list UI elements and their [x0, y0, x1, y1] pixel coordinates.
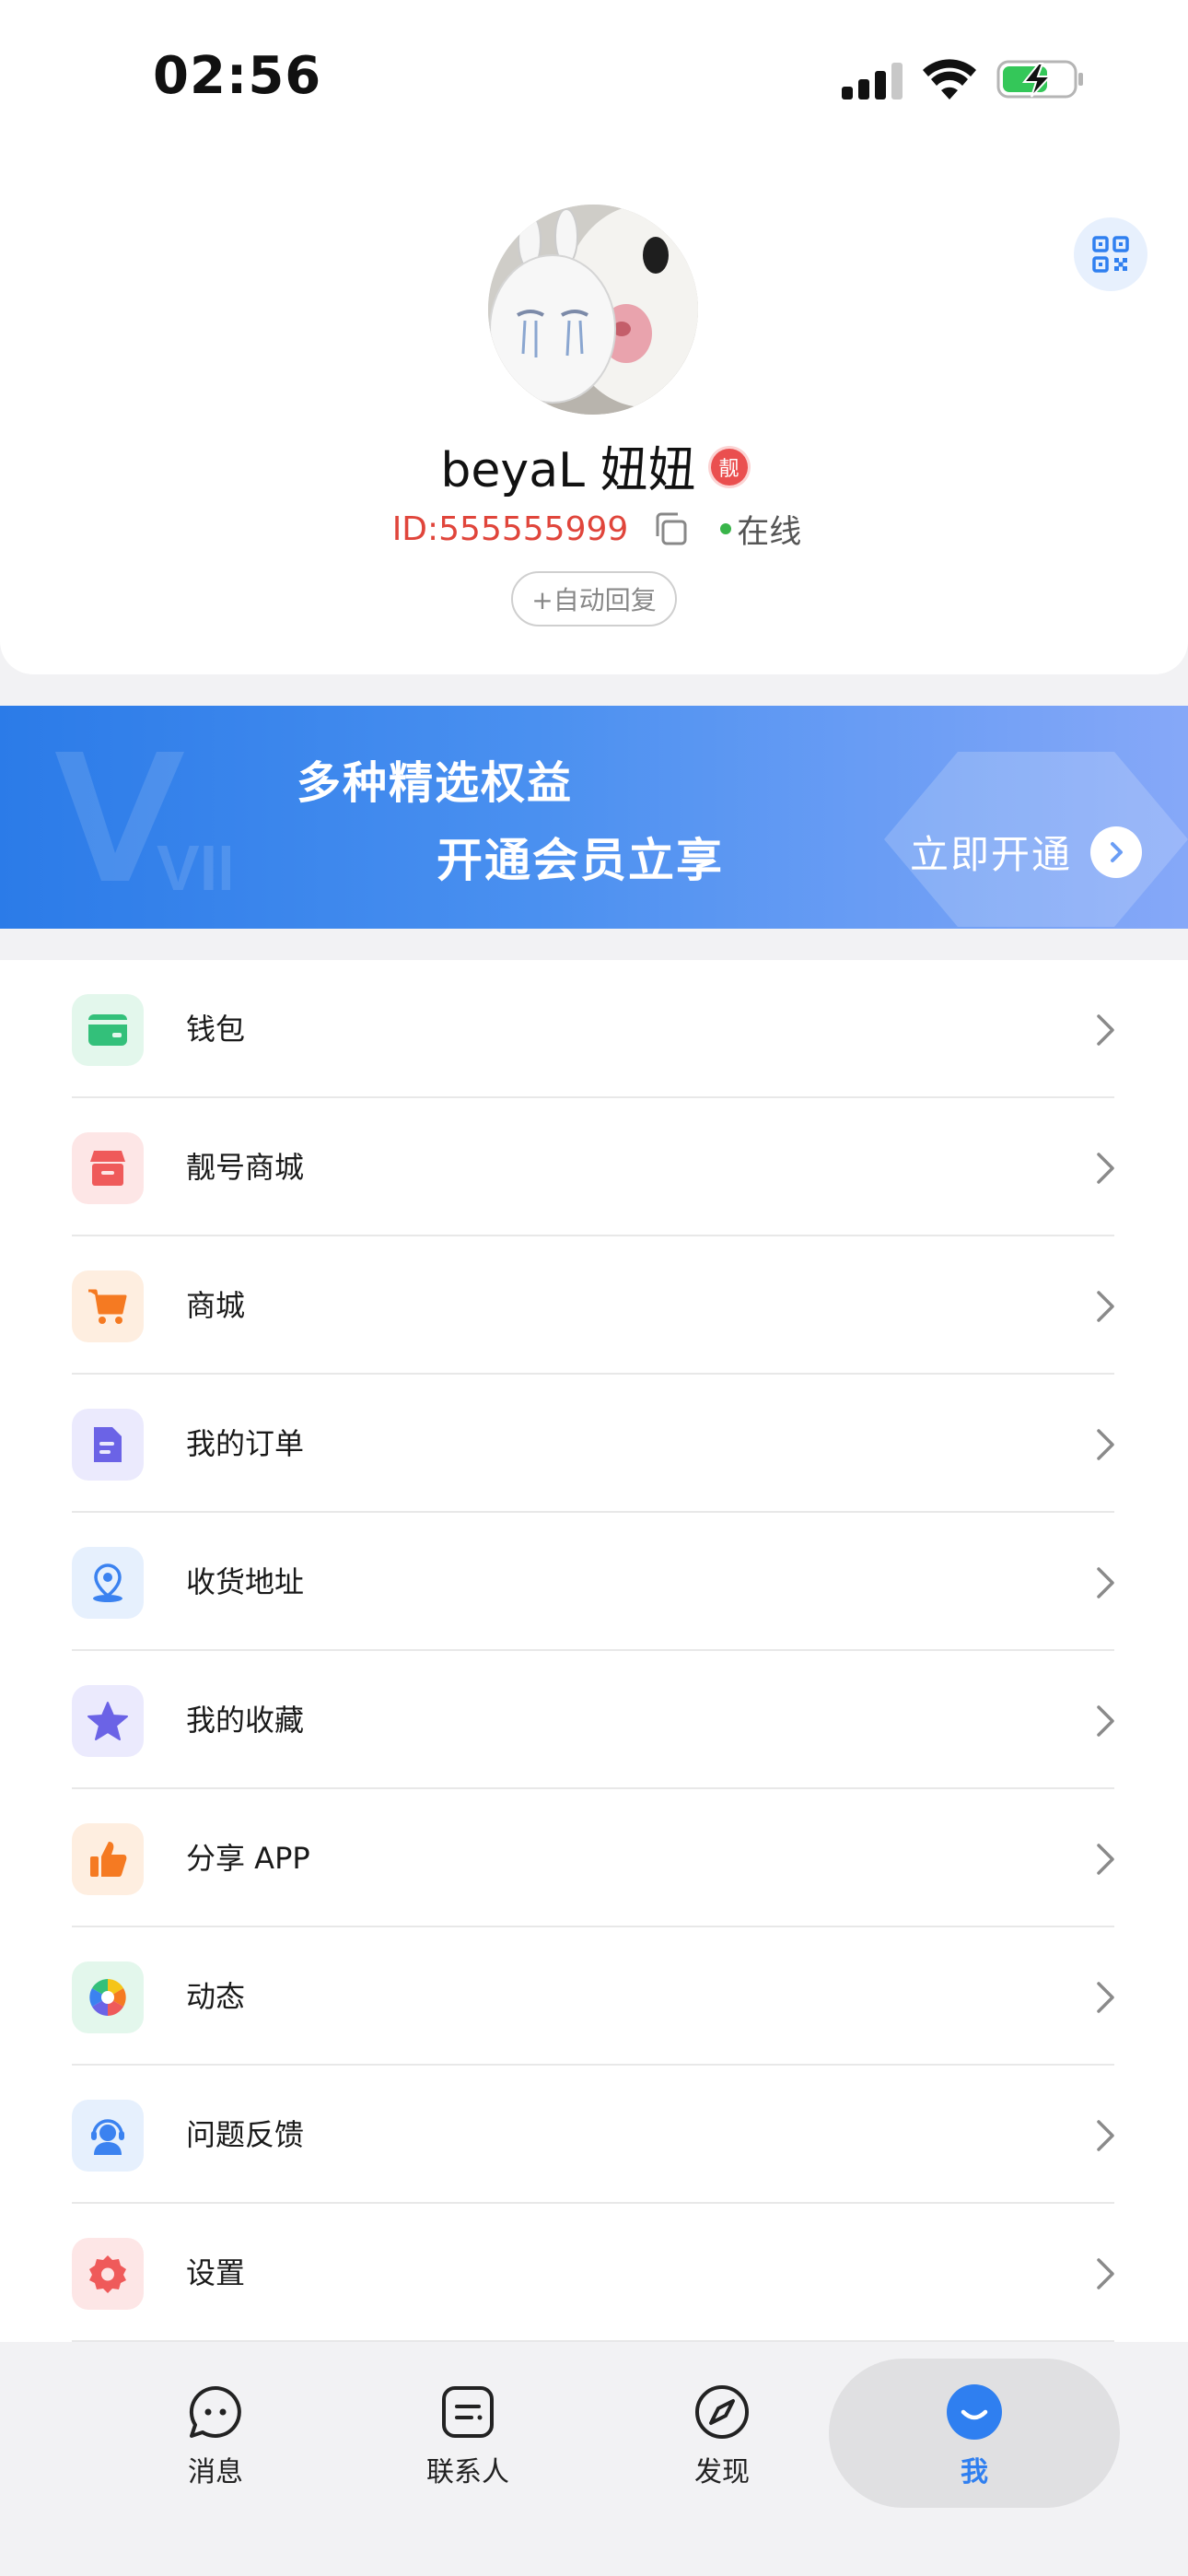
banner-title-line2: 开通会员立享 — [437, 834, 724, 887]
menu-item-my-orders[interactable]: 我的订单 — [0, 1375, 1188, 1513]
battery-charging-icon — [996, 60, 1083, 99]
banner-title-line1: 多种精选权益 — [297, 757, 574, 809]
menu-list: 钱包 靓号商城 商城 我的订单 收货地址 我的收藏 分享 APP 动态 问题反馈… — [0, 960, 1188, 2342]
menu-item-favorites[interactable]: 我的收藏 — [0, 1651, 1188, 1789]
chevron-right-icon — [1097, 1705, 1114, 1737]
pretty-number-badge: 靓 — [710, 449, 748, 486]
chevron-right-icon — [1097, 1014, 1114, 1046]
vip-watermark: VIP — [55, 752, 230, 899]
online-status: 在线 — [737, 513, 802, 551]
customer-service-icon — [72, 2100, 144, 2172]
open-vip-button[interactable]: 立即开通 — [910, 824, 1143, 880]
menu-item-wallet[interactable]: 钱包 — [0, 960, 1188, 1098]
menu-item-pretty-number-store[interactable]: 靓号商城 — [0, 1098, 1188, 1236]
menu-item-label: 我的订单 — [186, 1426, 305, 1461]
tab-contacts[interactable]: 联系人 — [376, 2349, 560, 2506]
chevron-right-icon — [1097, 1153, 1114, 1184]
cart-icon — [72, 1270, 144, 1342]
auto-reply-button[interactable]: +自动回复 — [511, 571, 677, 626]
chevron-right-icon — [1097, 1567, 1114, 1598]
tab-label: 联系人 — [426, 2456, 509, 2488]
gear-icon — [72, 2238, 144, 2310]
menu-item-label: 靓号商城 — [186, 1150, 305, 1185]
tab-label: 我 — [961, 2456, 988, 2488]
location-icon — [72, 1547, 144, 1619]
user-id: ID:555555999 — [391, 509, 629, 548]
chevron-right-icon — [1097, 2120, 1114, 2151]
menu-item-mall[interactable]: 商城 — [0, 1236, 1188, 1375]
vip-banner[interactable]: VIP 多种精选权益 开通会员立享 立即开通 — [0, 706, 1188, 929]
qr-code-icon — [1092, 236, 1129, 273]
store-icon — [72, 1132, 144, 1204]
menu-item-label: 分享 APP — [186, 1841, 310, 1876]
arrow-right-icon — [1090, 825, 1143, 878]
tab-label: 消息 — [188, 2456, 243, 2488]
open-vip-label: 立即开通 — [910, 832, 1073, 877]
name-row: beyaL 妞妞 靓 — [0, 433, 1188, 498]
chevron-right-icon — [1097, 1844, 1114, 1875]
chevron-right-icon — [1097, 1982, 1114, 2013]
qr-code-button[interactable] — [1074, 217, 1147, 291]
compass-icon — [695, 2385, 749, 2439]
menu-item-moments[interactable]: 动态 — [0, 1927, 1188, 2066]
menu-item-label: 收货地址 — [186, 1564, 305, 1599]
menu-item-label: 商城 — [186, 1288, 246, 1323]
tab-label: 发现 — [694, 2456, 750, 2488]
smile-icon — [947, 2384, 1002, 2440]
star-icon — [72, 1685, 144, 1757]
wifi-icon — [923, 59, 976, 100]
thumbs-up-icon — [72, 1823, 144, 1895]
document-icon — [72, 1409, 144, 1481]
aperture-icon — [72, 1961, 144, 2033]
nickname: beyaL 妞妞 — [440, 442, 696, 498]
cellular-signal-icon — [842, 63, 903, 100]
avatar[interactable] — [488, 205, 698, 415]
svg-text:VIP: VIP — [157, 832, 230, 899]
divider — [72, 2340, 1114, 2342]
menu-item-label: 我的收藏 — [186, 1703, 305, 1738]
menu-item-shipping-address[interactable]: 收货地址 — [0, 1513, 1188, 1651]
menu-item-feedback[interactable]: 问题反馈 — [0, 2066, 1188, 2204]
menu-item-settings[interactable]: 设置 — [0, 2204, 1188, 2342]
menu-item-label: 钱包 — [186, 1012, 246, 1047]
status-time: 02:56 — [153, 46, 322, 106]
contacts-icon — [442, 2386, 494, 2438]
chevron-right-icon — [1097, 2258, 1114, 2289]
wallet-icon — [72, 994, 144, 1066]
online-indicator — [720, 523, 732, 534]
tab-discover[interactable]: 发现 — [630, 2349, 814, 2506]
chevron-right-icon — [1097, 1429, 1114, 1460]
id-row: ID:555555999 在线 — [0, 503, 1188, 555]
tab-bar: 消息 联系人 发现 我 — [0, 2349, 1188, 2576]
tab-messages[interactable]: 消息 — [123, 2349, 308, 2506]
avatar-image — [488, 205, 698, 415]
tab-me[interactable]: 我 — [882, 2349, 1066, 2506]
menu-item-label: 设置 — [186, 2255, 246, 2290]
menu-item-share-app[interactable]: 分享 APP — [0, 1789, 1188, 1927]
copy-icon[interactable] — [650, 509, 691, 549]
menu-item-label: 问题反馈 — [186, 2117, 305, 2152]
menu-item-label: 动态 — [186, 1979, 246, 2014]
chat-bubble-icon — [189, 2385, 241, 2438]
chevron-right-icon — [1097, 1291, 1114, 1322]
